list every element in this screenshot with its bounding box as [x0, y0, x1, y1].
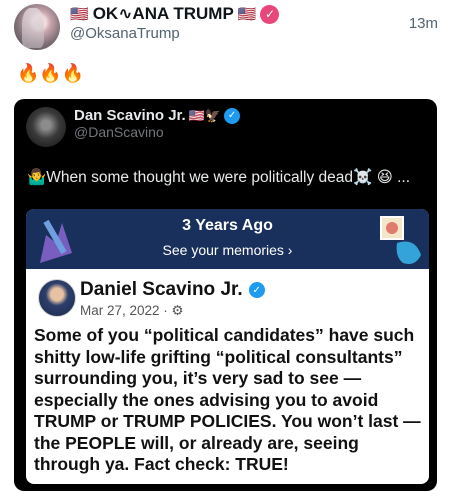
quoted-author-name[interactable]: Dan Scavino Jr.	[74, 107, 186, 124]
quoted-tweet-text: 🤷‍♂️When some thought we were politicall…	[27, 169, 411, 186]
frame-sticker-icon	[380, 216, 421, 264]
verified-badge-icon: ✓	[248, 282, 265, 298]
verified-badge-icon[interactable]: ✓	[260, 4, 280, 24]
memory-card-title: 3 Years Ago	[182, 217, 273, 234]
post-meta: Mar 27, 2022 · ⚙	[80, 303, 184, 318]
quoted-author-name-row: Dan Scavino Jr. 🇺🇸🦅 ✓	[74, 107, 241, 124]
author-handle[interactable]: @OksanaTrump	[70, 25, 180, 42]
author-avatar[interactable]	[14, 4, 60, 50]
see-memories-link[interactable]: See your memories ›	[26, 242, 429, 258]
post-author-avatar	[38, 279, 76, 317]
flag-icon: 🇺🇸	[237, 6, 257, 23]
post-body: Some of you “political candidates” have …	[34, 325, 421, 474]
quoted-tweet[interactable]: Dan Scavino Jr. 🇺🇸🦅 ✓ @DanScavino 🤷‍♂️Wh…	[14, 99, 437, 491]
post-author-row: Daniel Scavino Jr. ✓	[80, 279, 265, 301]
post-author-name: Daniel Scavino Jr.	[80, 279, 243, 300]
author-name[interactable]: OK∿ANA TRUMP	[93, 4, 234, 24]
memory-card-image[interactable]: 3 Years Ago See your memories › Daniel S…	[26, 209, 429, 484]
quoted-author-emojis: 🇺🇸🦅	[188, 107, 222, 123]
verified-badge-icon[interactable]: ✓	[224, 107, 241, 124]
memory-card-header: 3 Years Ago See your memories ›	[26, 209, 429, 269]
author-name-row: 🇺🇸 OK∿ANA TRUMP 🇺🇸 ✓	[70, 4, 280, 24]
flag-icon: 🇺🇸	[70, 6, 89, 23]
quoted-author-handle[interactable]: @DanScavino	[74, 124, 164, 140]
quoted-author-avatar[interactable]	[26, 107, 66, 147]
tweet-text: 🔥🔥🔥	[17, 63, 85, 83]
timestamp[interactable]: 13m	[409, 15, 438, 32]
